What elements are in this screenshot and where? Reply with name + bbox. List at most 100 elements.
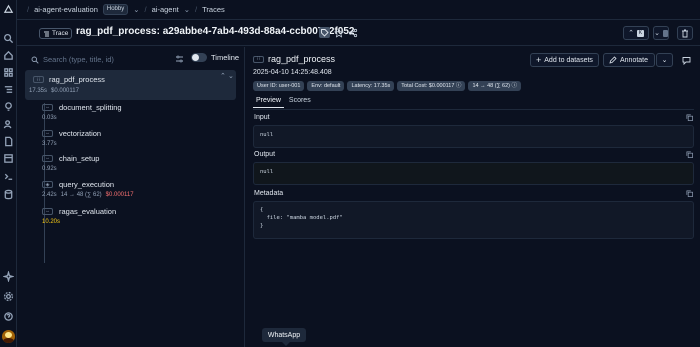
help-icon[interactable] <box>3 311 14 322</box>
share-icon[interactable] <box>348 28 358 38</box>
node-duration: 2.42s <box>42 192 57 198</box>
annotate-button[interactable]: Annotate <box>603 53 655 67</box>
plus-icon: + <box>536 54 542 65</box>
terminal-icon[interactable] <box>3 171 14 182</box>
home-icon[interactable] <box>3 50 14 61</box>
search-field[interactable]: Search (type, title, id) <box>31 55 114 64</box>
breadcrumb-section[interactable]: Traces <box>202 5 225 14</box>
detail-panel: ⁝⁝ rag_pdf_process 2025-04-10 14:25:48.4… <box>245 47 700 347</box>
node-name: document_splitting <box>59 103 122 112</box>
env-chip: Env: default <box>307 81 345 91</box>
settings-gear-icon[interactable] <box>3 291 14 302</box>
span-icon: ◦◦ <box>42 104 53 111</box>
node-duration: 0.92s <box>42 166 57 172</box>
copy-icon[interactable] <box>686 190 693 197</box>
node-name: query_execution <box>59 180 115 189</box>
star-icon[interactable] <box>334 28 344 38</box>
key-hint-icon: K <box>636 29 644 37</box>
plan-badge: Hobby <box>102 4 129 15</box>
annotate-dropdown-button[interactable]: ⌄ <box>656 53 673 67</box>
cost-chip: Total Cost: $0.000117 ⓘ <box>397 81 466 91</box>
timeline-label: Timeline <box>211 53 240 62</box>
user-avatar[interactable] <box>2 330 15 343</box>
node-duration: 17.35s <box>29 88 48 94</box>
tab-scores[interactable]: Scores <box>286 96 314 108</box>
copy-icon[interactable] <box>686 114 693 121</box>
traces-list-icon[interactable] <box>3 84 14 95</box>
edit-icon <box>609 56 617 64</box>
detail-timestamp: 2025-04-10 14:25:48.408 <box>253 69 332 76</box>
input-label: Input <box>254 114 270 121</box>
breadcrumb-bar: / ai-agent-evaluation Hobby ⌄ / ai-agent… <box>17 0 700 20</box>
timeline-toggle-group: Timeline <box>191 53 239 62</box>
users-icon[interactable] <box>3 119 14 130</box>
nav-rail <box>0 0 17 347</box>
metadata-label: Metadata <box>254 190 284 197</box>
lightbulb-icon[interactable] <box>3 101 14 112</box>
chevron-down-icon[interactable]: ⌄ <box>133 5 139 14</box>
tokens-chip: 14 → 48 (∑ 62) ⓘ <box>468 81 522 91</box>
chevron-down-icon: ⌄ <box>661 57 668 64</box>
detail-title-row: ⁝⁝ rag_pdf_process <box>253 54 335 64</box>
trace-nav-buttons: ⌃ K <box>623 26 649 40</box>
node-name: chain_setup <box>59 154 100 163</box>
node-tokens: 14 → 48 (∑ 62) <box>60 192 102 198</box>
trace-node-icon: ⁝⁝ <box>253 55 264 63</box>
chevron-down-icon: ⌄ <box>654 30 660 37</box>
tree-node-ragas-evaluation[interactable]: ◦◦ ragas_evaluation 10.20s <box>42 207 242 225</box>
chevron-up-icon[interactable]: ⌃ <box>628 29 634 37</box>
langfuse-logo-icon[interactable] <box>3 4 14 15</box>
trace-type-badge: Trace <box>39 28 73 39</box>
tag-icon[interactable] <box>319 27 330 38</box>
chevron-down-icon[interactable]: ⌄ <box>184 5 190 14</box>
filter-settings-icon[interactable] <box>175 55 184 63</box>
tree-root-node[interactable]: ⁝⁝ rag_pdf_process 17.35s $0.000117 ⌃ ⌄ <box>25 70 236 100</box>
node-cost: $0.000117 <box>51 88 79 94</box>
span-icon: ◦◦ <box>42 155 53 162</box>
copy-icon[interactable] <box>686 151 693 158</box>
sparkle-icon[interactable] <box>3 271 14 282</box>
output-value-box[interactable]: null <box>253 162 694 185</box>
tree-node-vectorization[interactable]: ◦◦ vectorization 3.77s <box>42 129 242 147</box>
expand-icon[interactable]: ⌃ <box>220 72 226 80</box>
detail-title: rag_pdf_process <box>268 54 336 64</box>
tree-node-query-execution[interactable]: ◈ query_execution 2.42s 14 → 48 (∑ 62) $0… <box>42 180 242 198</box>
key-hint-icon <box>662 29 668 37</box>
node-name: vectorization <box>59 129 102 138</box>
node-cost: $0.000117 <box>105 192 134 198</box>
database-icon[interactable] <box>3 189 14 200</box>
delete-button[interactable] <box>677 26 693 40</box>
tree-node-chain-setup[interactable]: ◦◦ chain_setup 0.92s <box>42 154 242 172</box>
output-value: null <box>260 169 274 175</box>
trace-nav-down-button[interactable]: ⌄ <box>653 26 669 40</box>
dashboard-icon[interactable] <box>3 67 14 78</box>
user-id-chip[interactable]: User ID: user-001 <box>253 81 305 91</box>
breadcrumb-environment[interactable]: ai-agent <box>152 5 179 14</box>
trace-title: rag_pdf_process: a29abbe4-7ab4-493d-88a4… <box>76 26 355 37</box>
add-to-datasets-button[interactable]: + Add to datasets <box>530 53 599 67</box>
timeline-toggle[interactable] <box>191 53 207 62</box>
tabs-divider <box>253 109 694 110</box>
metadata-line: file: "mamba model.pdf" <box>260 215 343 221</box>
breadcrumb-separator: / <box>195 5 198 14</box>
breadcrumb-project[interactable]: ai-agent-evaluation <box>34 5 98 14</box>
detail-tabs: Preview Scores <box>253 96 314 108</box>
search-icon <box>31 56 39 64</box>
file-icon[interactable] <box>3 136 14 147</box>
metadata-line: } <box>260 223 264 229</box>
node-name: rag_pdf_process <box>49 75 105 84</box>
generation-icon: ◈ <box>42 181 53 188</box>
tab-preview[interactable]: Preview <box>253 96 284 108</box>
template-icon[interactable] <box>3 153 14 164</box>
collapse-icon[interactable]: ⌄ <box>228 72 234 80</box>
node-duration: 10.20s <box>42 219 61 225</box>
search-icon[interactable] <box>3 33 14 44</box>
input-value-box[interactable]: null <box>253 125 694 148</box>
tree-node-document-splitting[interactable]: ◦◦ document_splitting 0.03s <box>42 103 242 121</box>
search-input[interactable]: Search (type, title, id) <box>43 55 114 64</box>
trace-node-icon: ⁝⁝ <box>33 76 44 83</box>
add-to-datasets-label: Add to datasets <box>544 56 593 64</box>
breadcrumb-separator: / <box>144 5 147 14</box>
metadata-value-box[interactable]: { file: "mamba model.pdf" } <box>253 201 694 239</box>
comment-icon[interactable] <box>682 56 691 65</box>
